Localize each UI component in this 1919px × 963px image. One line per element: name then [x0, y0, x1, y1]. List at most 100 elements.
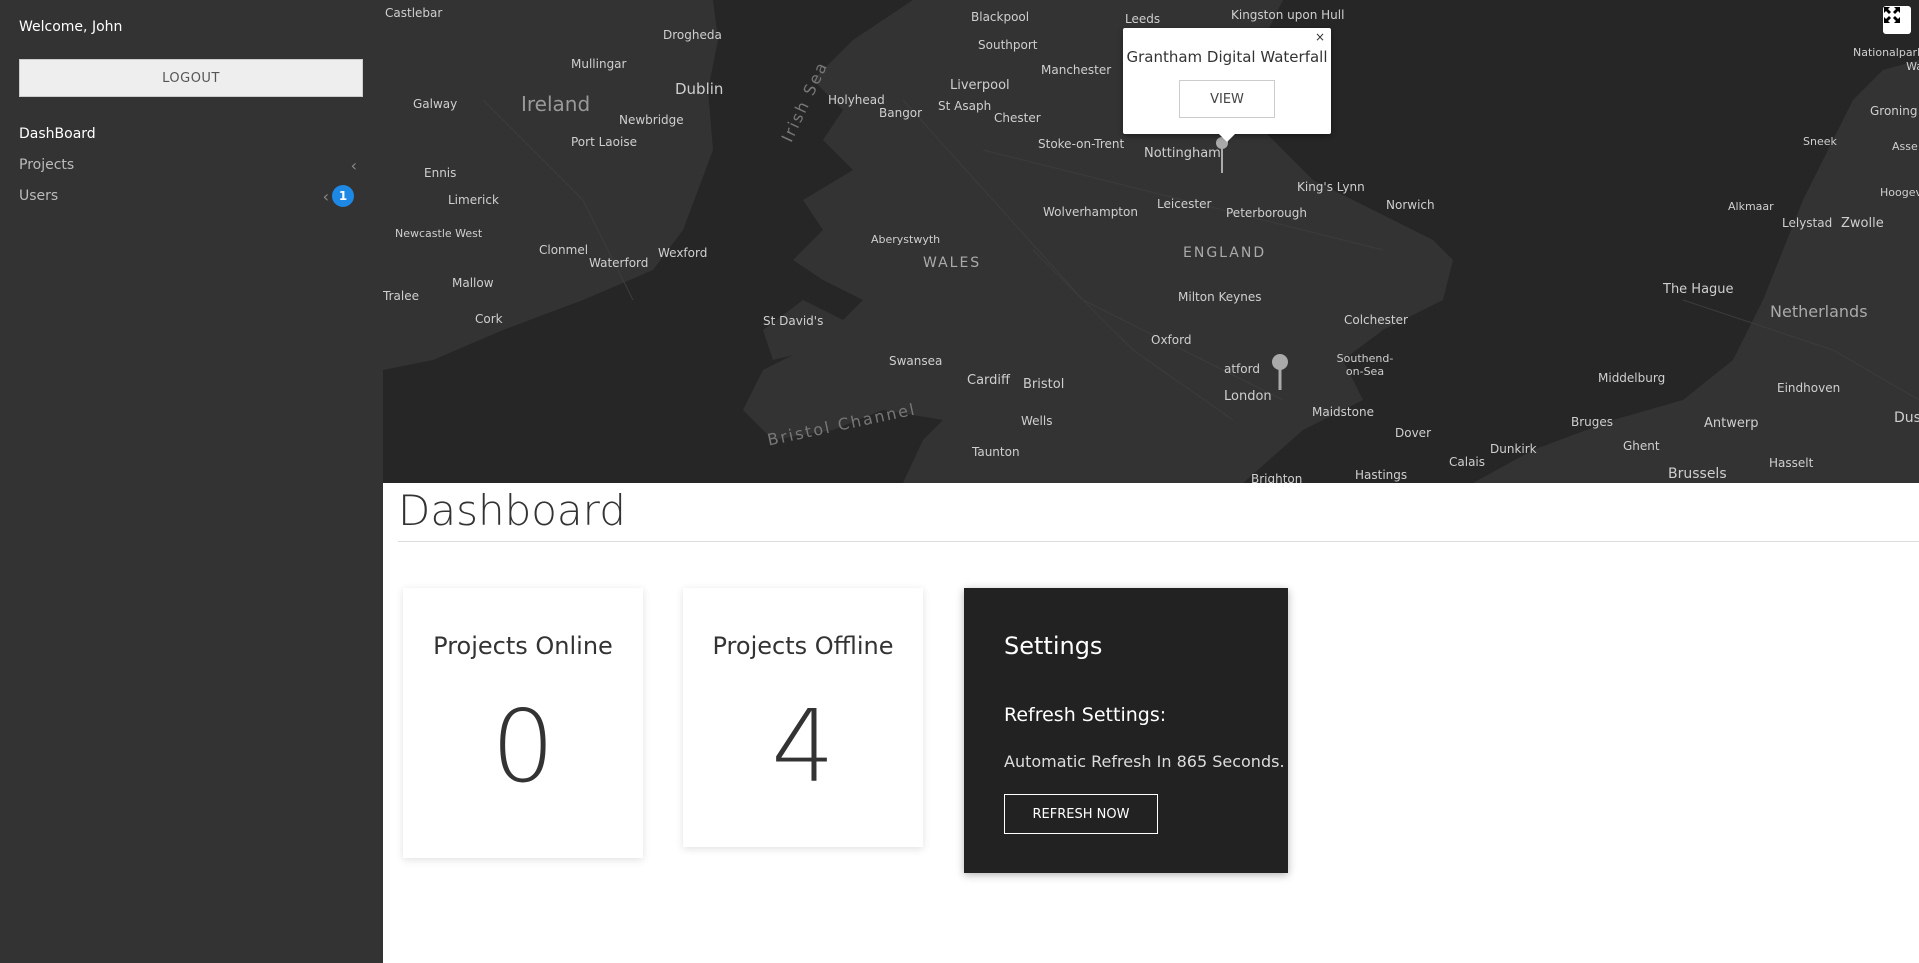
chevron-left-icon: ‹ — [322, 186, 329, 206]
view-button[interactable]: VIEW — [1179, 80, 1275, 118]
map-label: Asse — [1892, 140, 1918, 153]
map-label: Southport — [978, 38, 1038, 52]
map-label: Blackpool — [971, 10, 1030, 24]
map-label: Clonmel — [539, 243, 589, 257]
map-popup: × Grantham Digital Waterfall VIEW — [1123, 28, 1331, 142]
map-label: Groning — [1870, 104, 1918, 118]
map-label: Cardiff — [967, 373, 1010, 388]
map-label: Netherlands — [1770, 302, 1868, 321]
map-label: Newcastle West — [395, 227, 483, 240]
map-label: Mallow — [452, 276, 494, 290]
map-label: Tralee — [383, 289, 419, 303]
map-label: Middelburg — [1598, 371, 1666, 385]
map-label: Manchester — [1041, 63, 1112, 77]
refresh-now-button[interactable]: REFRESH NOW — [1004, 794, 1158, 834]
map-label: Hastings — [1355, 468, 1408, 482]
map-label: Calais — [1449, 455, 1486, 469]
map-label: Dunkirk — [1490, 442, 1537, 456]
sidebar-item-projects[interactable]: Projects ‹ — [19, 154, 363, 176]
map-label: Ghent — [1623, 439, 1660, 453]
refresh-countdown: Automatic Refresh In 865 Seconds. — [1004, 752, 1285, 771]
sidebar-item-users[interactable]: Users ‹ 1 — [19, 185, 363, 207]
map-label: Brighton — [1251, 472, 1303, 483]
map-label: The Hague — [1663, 282, 1734, 297]
map-label: Chester — [994, 111, 1041, 125]
map-label: Hasselt — [1769, 456, 1814, 470]
map-label: King's Lynn — [1297, 180, 1365, 194]
map-label: Taunton — [972, 445, 1020, 459]
popup-title: Grantham Digital Waterfall — [1126, 48, 1328, 66]
logout-button[interactable]: LOGOUT — [19, 59, 363, 97]
sidebar-item-label: DashBoard — [19, 126, 96, 142]
map-pin-icon[interactable] — [1270, 352, 1294, 392]
map-label: Leeds — [1125, 12, 1161, 26]
map-label: Lelystad — [1782, 216, 1833, 230]
sidebar-item-label: Projects — [19, 157, 75, 173]
welcome-text: Welcome, John — [19, 19, 123, 35]
map-label: Brussels — [1668, 466, 1727, 482]
map-label: Sneek — [1803, 135, 1837, 148]
map-label: Hoogeve — [1880, 186, 1919, 199]
map-label: Limerick — [448, 193, 499, 207]
map-label: Dover — [1395, 426, 1431, 440]
settings-card: Settings Refresh Settings: Automatic Ref… — [964, 588, 1288, 873]
map-label: Wexford — [658, 246, 708, 260]
map-label: Swansea — [889, 354, 943, 368]
card-value: 4 — [771, 688, 835, 805]
map-label: Castlebar — [385, 6, 443, 20]
page-title: Dashboard — [398, 486, 626, 535]
settings-title: Settings — [1004, 632, 1103, 660]
map-label: Wells — [1021, 414, 1053, 428]
map-label: St Asaph — [938, 99, 992, 113]
sidebar-item-dashboard[interactable]: DashBoard — [19, 123, 363, 145]
notification-badge: 1 — [332, 185, 354, 207]
map-label: Southend-on-Sea — [1336, 352, 1394, 378]
map-label: Drogheda — [663, 28, 722, 42]
projects-offline-card: Projects Offline 4 — [683, 588, 923, 847]
map-label: Holyhead — [828, 93, 885, 107]
map-label: Aberystwyth — [871, 233, 941, 246]
map-label: Leicester — [1157, 197, 1212, 211]
map-label: Liverpool — [950, 78, 1010, 93]
map-label: Ireland — [521, 92, 591, 116]
map-label: Galway — [413, 97, 458, 111]
map-label: Alkmaar — [1728, 200, 1774, 213]
sidebar: Welcome, John LOGOUT DashBoard Projects … — [0, 0, 383, 963]
sidebar-item-label: Users — [19, 188, 59, 204]
map-label: Nationalpark Wa — [1853, 46, 1919, 73]
map-label: Maidstone — [1312, 405, 1374, 419]
map-label: Waterford — [589, 256, 649, 270]
card-title: Projects Offline — [712, 632, 894, 660]
map-label: St David's — [763, 314, 824, 328]
map-label: Bruges — [1571, 415, 1614, 429]
map-label: atford — [1224, 362, 1260, 376]
map-label: Oxford — [1151, 333, 1192, 347]
map-label: Milton Keynes — [1178, 290, 1262, 304]
projects-online-card: Projects Online 0 — [403, 588, 643, 858]
map-label: Bangor — [879, 106, 923, 120]
map-label: Ennis — [424, 166, 457, 180]
map-label: Dublin — [675, 80, 724, 98]
popup-tip — [1219, 134, 1235, 142]
map-label: Peterborough — [1226, 206, 1308, 220]
map-label: Cork — [475, 312, 503, 326]
fullscreen-icon[interactable] — [1883, 6, 1911, 34]
map-label: Wolverhampton — [1043, 205, 1138, 219]
map-label: WALES — [923, 255, 982, 271]
map-label: Bristol — [1023, 377, 1065, 392]
map-label: Mullingar — [571, 57, 627, 71]
map-label: Newbridge — [619, 113, 684, 127]
card-title: Projects Online — [433, 632, 613, 660]
divider — [398, 541, 1919, 542]
map-label: Nottingham — [1144, 146, 1221, 161]
map-label: Colchester — [1344, 313, 1408, 327]
map[interactable]: Castlebar Drogheda Blackpool Leeds Kings… — [383, 0, 1919, 483]
map-label: Port Laoise — [571, 135, 637, 149]
close-icon[interactable]: × — [1315, 30, 1325, 44]
map-label: Dus — [1894, 410, 1919, 426]
map-label: Norwich — [1386, 198, 1435, 212]
card-value: 0 — [491, 688, 555, 805]
refresh-settings-heading: Refresh Settings: — [1004, 704, 1167, 726]
map-label: Antwerp — [1704, 416, 1759, 431]
map-label: Stoke-on-Trent — [1038, 137, 1125, 151]
